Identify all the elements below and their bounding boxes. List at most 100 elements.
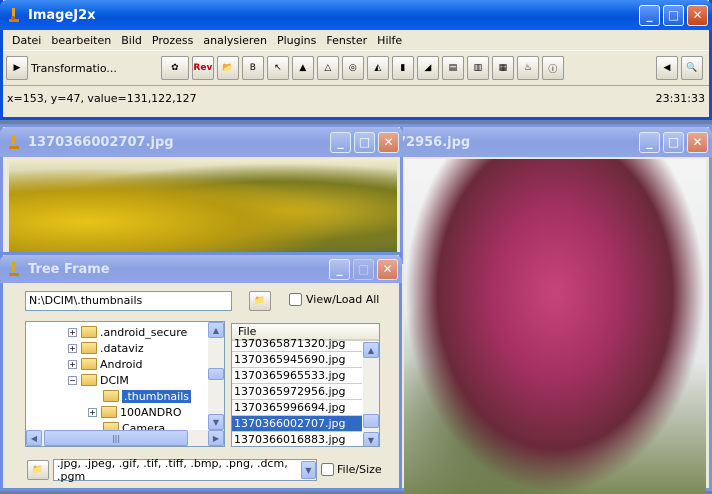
expand-icon[interactable]: +: [68, 327, 77, 337]
file-scroll-thumb[interactable]: [363, 414, 379, 428]
toolbar: ▶ Transformatio... ✿ Rev 📂 B ↖ ▲ △ ◎ ◭ ▮…: [3, 50, 709, 86]
tree-frame-window: Tree Frame _ □ ✕ N:\DCIM\.thumbnails 📁 V…: [0, 252, 402, 491]
open-folder-icon[interactable]: 📂: [216, 56, 239, 80]
expand-icon[interactable]: +: [68, 343, 77, 353]
maximize-button[interactable]: □: [663, 4, 684, 26]
scroll-thumb[interactable]: [208, 368, 224, 380]
tree-item-dcim[interactable]: − DCIM: [68, 372, 129, 388]
info-icon[interactable]: ⓘ: [541, 56, 564, 80]
microscope-tool-icon[interactable]: ♨: [516, 56, 539, 80]
tree-item-android-secure[interactable]: + .android_secure: [68, 324, 187, 340]
tree-maximize-button: □: [353, 258, 374, 280]
image2-close-button[interactable]: ✕: [687, 131, 708, 153]
yellow-flowers-photo[interactable]: [9, 159, 397, 264]
huawei-logo-icon[interactable]: ✿: [160, 56, 189, 80]
menu-datei[interactable]: Datei: [7, 34, 46, 47]
image1-maximize-button[interactable]: □: [354, 131, 375, 153]
expand-icon[interactable]: +: [88, 407, 97, 417]
status-bar: x=153, y=47, value=131,122,127 23:31:33: [3, 86, 709, 110]
tree-frame-title: Tree Frame: [28, 261, 110, 277]
menu-bild[interactable]: Bild: [116, 34, 147, 47]
target-tool-icon[interactable]: ◎: [341, 56, 364, 80]
tree-item-thumbnails[interactable]: .thumbnails: [103, 388, 192, 404]
parent-folder-button[interactable]: 📁: [27, 460, 49, 480]
menu-bar: Datei bearbeiten Bild Prozess analysiere…: [3, 30, 709, 50]
file-vertical-scrollbar[interactable]: ▲ ▼: [363, 342, 379, 446]
folder-icon: [103, 390, 119, 402]
scroll-right-icon[interactable]: ▶: [208, 430, 224, 446]
tree-close-button[interactable]: ✕: [377, 258, 398, 280]
toolbar-transform-label[interactable]: Transformatio...: [31, 62, 117, 75]
tree-item-android[interactable]: + Android: [68, 356, 143, 372]
file-item[interactable]: 1370366016883.jpg: [232, 432, 362, 446]
b-tool-icon[interactable]: B: [241, 56, 264, 80]
tree-horizontal-scrollbar[interactable]: ◀ ||| ▶: [26, 430, 224, 446]
chevron-down-icon[interactable]: ▼: [300, 461, 316, 479]
image1-minimize-button[interactable]: _: [330, 131, 351, 153]
rev-button[interactable]: Rev: [191, 56, 214, 80]
menu-plugins[interactable]: Plugins: [272, 34, 321, 47]
menu-bearbeiten[interactable]: bearbeiten: [46, 34, 116, 47]
menu-analysieren[interactable]: analysieren: [198, 34, 272, 47]
imagej-microscope-icon: [6, 7, 22, 23]
hscroll-thumb[interactable]: |||: [44, 430, 188, 446]
file-list[interactable]: File 1370365871320.jpg 1370365945690.jpg…: [231, 323, 380, 447]
tree-item-dataviz[interactable]: + .dataviz: [68, 340, 144, 356]
file-filter-select[interactable]: .jpg, .jpeg, .gif, .tif, .tiff, .bmp, .p…: [53, 457, 317, 483]
menu-hilfe[interactable]: Hilfe: [372, 34, 407, 47]
image1-title-bar[interactable]: 1370366002707.jpg _ □ ✕: [0, 127, 403, 157]
chart-tool-icon[interactable]: ▦: [491, 56, 514, 80]
main-title-bar[interactable]: ImageJ2x _ □ ✕: [0, 0, 712, 30]
tree-item-100andro[interactable]: +100ANDRO: [88, 404, 182, 420]
tree-photo[interactable]: [404, 159, 706, 494]
image1-title: 1370366002707.jpg: [28, 134, 174, 150]
imagej-main-window: ImageJ2x _ □ ✕ Datei bearbeiten Bild Pro…: [0, 0, 712, 120]
image2-title-bar[interactable]: 72956.jpg _ □ ✕: [395, 127, 712, 157]
minimize-button[interactable]: _: [639, 4, 660, 26]
back-arrow-button[interactable]: ◀: [656, 56, 678, 80]
image1-close-button[interactable]: ✕: [378, 131, 399, 153]
open-folder-button[interactable]: 📁: [249, 291, 271, 311]
image2-minimize-button[interactable]: _: [639, 131, 660, 153]
file-item-selected[interactable]: 1370366002707.jpg: [232, 416, 362, 432]
menu-fenster[interactable]: Fenster: [321, 34, 372, 47]
scroll-left-icon[interactable]: ◀: [26, 430, 42, 446]
file-item[interactable]: 1370365945690.jpg: [232, 352, 362, 368]
close-button[interactable]: ✕: [687, 4, 708, 26]
triangle-tool-icon[interactable]: ▲: [291, 56, 314, 80]
search-tool-icon[interactable]: 🔍: [681, 56, 703, 80]
view-load-all-checkbox[interactable]: View/Load All: [289, 293, 379, 306]
file-item[interactable]: 1370365965533.jpg: [232, 368, 362, 384]
image-window-2: 72956.jpg _ □ ✕: [395, 124, 712, 494]
collapse-icon[interactable]: −: [68, 375, 77, 385]
file-size-check[interactable]: [321, 463, 334, 476]
triangle-outline-tool-icon[interactable]: △: [316, 56, 339, 80]
expand-icon[interactable]: +: [68, 359, 77, 369]
tree-minimize-button[interactable]: _: [329, 258, 350, 280]
tree-frame-title-bar[interactable]: Tree Frame _ □ ✕: [0, 255, 402, 283]
menu-prozess[interactable]: Prozess: [147, 34, 198, 47]
view-load-all-check[interactable]: [289, 293, 302, 306]
file-item[interactable]: 1370365972956.jpg: [232, 384, 362, 400]
tree-vertical-scrollbar[interactable]: ▲ ▼: [208, 322, 224, 430]
image2-maximize-button[interactable]: □: [663, 131, 684, 153]
scroll-down-icon[interactable]: ▼: [208, 414, 224, 430]
open-folder-icon: [81, 374, 97, 386]
main-window-title: ImageJ2x: [28, 7, 96, 23]
stack-tool-icon[interactable]: ◢: [416, 56, 439, 80]
scroll-down-icon[interactable]: ▼: [363, 432, 379, 446]
path-input[interactable]: N:\DCIM\.thumbnails: [25, 291, 232, 311]
document-icon[interactable]: ▤: [441, 56, 464, 80]
file-item[interactable]: 1370365996694.jpg: [232, 400, 362, 416]
scroll-up-icon[interactable]: ▲: [208, 322, 224, 338]
play-arrow-button[interactable]: ▶: [6, 56, 28, 80]
view-load-all-label: View/Load All: [306, 293, 380, 306]
scroll-up-icon[interactable]: ▲: [363, 342, 379, 358]
folder-tree[interactable]: + .android_secure + .dataviz + Android − DCI…: [25, 321, 225, 447]
file-item[interactable]: 1370365871320.jpg: [232, 336, 362, 352]
flip-tool-icon[interactable]: ◭: [366, 56, 389, 80]
page-icon[interactable]: ▥: [466, 56, 489, 80]
file-size-checkbox[interactable]: File/Size: [321, 463, 382, 476]
cursor-tool-icon[interactable]: ↖: [266, 56, 289, 80]
color-bars-icon[interactable]: ▮: [391, 56, 414, 80]
